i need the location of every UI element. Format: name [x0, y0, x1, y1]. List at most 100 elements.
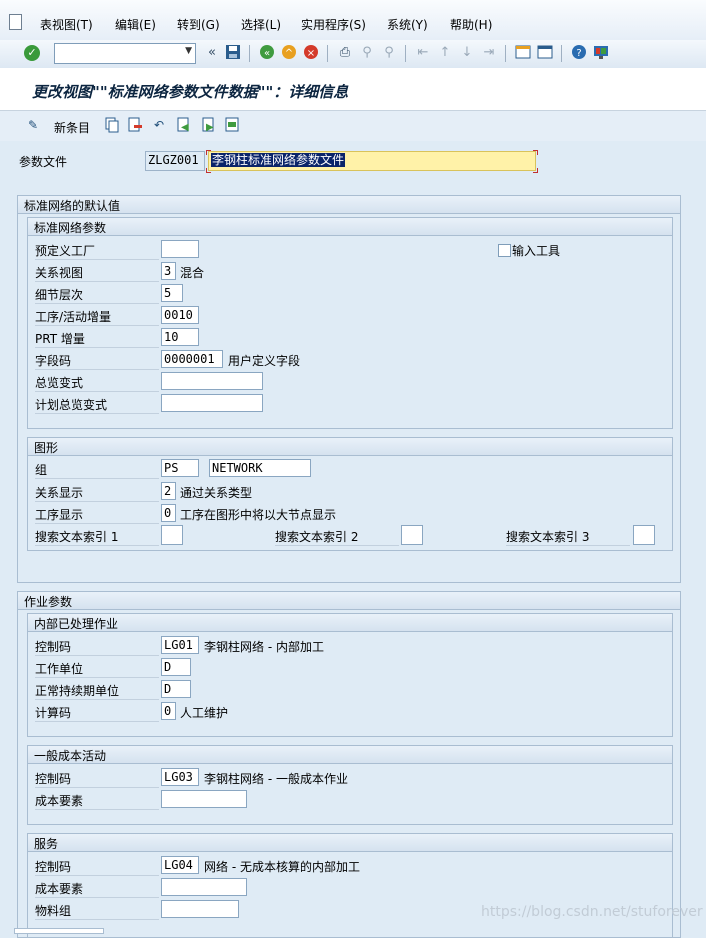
exit-icon[interactable]: ^ [280, 44, 298, 62]
work-unit-value: D [164, 660, 172, 674]
last-page-icon[interactable]: ⇥ [480, 44, 498, 62]
select-block-icon[interactable] [224, 117, 240, 133]
shortcut-icon[interactable] [536, 44, 554, 62]
copy-as-icon[interactable] [104, 117, 120, 133]
material-group-label: 物料组 [35, 902, 159, 920]
op-incr-field[interactable]: 0010 [161, 306, 199, 324]
enter-icon[interactable]: ✓ [24, 45, 40, 61]
std-params-title: 标准网络参数 [34, 221, 107, 235]
menu-utilities[interactable]: 实用程序(S) [301, 16, 366, 33]
rel-disp-text: 通过关系类型 [180, 486, 253, 500]
menu-help[interactable]: 帮助(H) [450, 16, 492, 33]
calc-key-field[interactable]: 0 [161, 702, 176, 720]
rel-disp-field[interactable]: 2 [161, 482, 176, 500]
material-group-field[interactable] [161, 900, 239, 918]
general-cost-ctrl-label: 控制码 [35, 770, 159, 788]
relview-label: 关系视图 [35, 264, 159, 282]
general-cost-element-field[interactable] [161, 790, 247, 808]
input-tool-label: 输入工具 [512, 244, 561, 258]
next-page-icon[interactable]: ↓ [458, 44, 476, 62]
field-key-field[interactable]: 0000001 [161, 350, 223, 368]
previous-entry-icon[interactable]: ◀ [175, 117, 191, 133]
plant-label: 预定义工厂 [35, 242, 159, 260]
menu-goto[interactable]: 转到(G) [177, 16, 220, 33]
cancel-icon[interactable]: × [302, 44, 320, 62]
previous-page-icon[interactable]: ↑ [436, 44, 454, 62]
profile-description-value: 李钢柱标准网络参数文件 [211, 153, 346, 167]
group-field[interactable]: PS [161, 459, 199, 477]
print-icon[interactable]: ⎙ [336, 44, 354, 62]
internal-ctrl-field[interactable]: LG01 [161, 636, 199, 654]
calc-key-text: 人工维护 [180, 706, 229, 720]
profile-field: ZLGZ001 [145, 151, 205, 171]
horizontal-scrollbar[interactable] [14, 928, 104, 934]
general-cost-title: 一般成本活动 [34, 749, 107, 763]
plant-field[interactable] [161, 240, 199, 258]
svg-text:?: ? [576, 48, 581, 59]
field-key-text: 用户定义字段 [228, 354, 301, 368]
prt-field[interactable]: 10 [161, 328, 199, 346]
menu-system[interactable]: 系统(Y) [387, 16, 428, 33]
calc-key-value: 0 [164, 704, 172, 718]
input-tool-checkbox[interactable] [498, 244, 511, 257]
search3-label: 搜索文本索引 3 [506, 528, 630, 546]
internal-activity-title: 内部已处理作业 [34, 617, 119, 631]
search2-field[interactable] [401, 525, 423, 545]
svg-text:«: « [264, 48, 270, 59]
standard-toolbar: ✓ ▼ « « ^ × ⎙ ⚲ ⚲ ⇤ ↑ ↓ ⇥ ? [0, 40, 706, 69]
profile-value: ZLGZ001 [148, 153, 199, 167]
prt-value: 10 [164, 330, 179, 344]
internal-ctrl-value: LG01 [164, 638, 193, 652]
plan-overview-field[interactable] [161, 394, 263, 412]
help-icon[interactable]: ? [570, 44, 588, 62]
work-unit-field[interactable]: D [161, 658, 191, 676]
back-icon[interactable]: « [258, 44, 276, 62]
window-menu-icon[interactable] [9, 14, 22, 30]
undo-icon[interactable]: ↶ [151, 117, 167, 133]
relview-value: 3 [164, 264, 172, 278]
group-value: PS [164, 461, 179, 475]
save-icon[interactable] [224, 44, 242, 62]
new-entries-button[interactable]: 新条目 [54, 119, 90, 136]
menu-table-view[interactable]: 表视图(T) [40, 16, 93, 33]
overview-field[interactable] [161, 372, 263, 390]
menu-edit[interactable]: 编辑(E) [115, 16, 156, 33]
plan-overview-label: 计划总览变式 [35, 396, 159, 414]
group-name-field[interactable]: NETWORK [209, 459, 311, 477]
search1-field[interactable] [161, 525, 183, 545]
search3-field[interactable] [633, 525, 655, 545]
prt-label: PRT 增量 [35, 330, 159, 348]
double-chevron-left-icon[interactable]: « [203, 44, 221, 62]
application-toolbar: ✎ 新条目 ↶ ◀ ▶ [0, 111, 706, 141]
find-icon[interactable]: ⚲ [358, 44, 376, 62]
delete-icon[interactable] [127, 117, 143, 133]
profile-description-field[interactable]: 李钢柱标准网络参数文件 [208, 151, 536, 171]
rel-disp-label: 关系显示 [35, 484, 159, 502]
svg-text:^: ^ [285, 48, 293, 59]
service-ctrl-value: LG04 [164, 858, 193, 872]
overview-label: 总览变式 [35, 374, 159, 392]
service-ctrl-field[interactable]: LG04 [161, 856, 199, 874]
service-cost-element-label: 成本要素 [35, 880, 159, 898]
internal-ctrl-text: 李钢柱网络 - 内部加工 [204, 640, 324, 654]
defaults-frame-title: 标准网络的默认值 [24, 199, 121, 213]
service-cost-element-field[interactable] [161, 878, 247, 896]
display-change-icon[interactable]: ✎ [25, 117, 41, 133]
command-field[interactable]: ▼ [54, 43, 196, 64]
relview-field[interactable]: 3 [161, 262, 176, 280]
general-cost-ctrl-value: LG03 [164, 770, 193, 784]
menu-selection[interactable]: 选择(L) [241, 16, 281, 33]
search1-label: 搜索文本索引 1 [35, 528, 159, 546]
op-disp-field[interactable]: 0 [161, 504, 176, 522]
duration-unit-field[interactable]: D [161, 680, 191, 698]
detail-field[interactable]: 5 [161, 284, 183, 302]
find-next-icon[interactable]: ⚲ [380, 44, 398, 62]
rel-disp-value: 2 [164, 484, 172, 498]
customize-layout-icon[interactable] [592, 44, 610, 62]
next-entry-icon[interactable]: ▶ [200, 117, 216, 133]
field-key-value: 0000001 [164, 352, 215, 366]
first-page-icon[interactable]: ⇤ [414, 44, 432, 62]
chevron-down-icon[interactable]: ▼ [185, 46, 192, 56]
create-session-icon[interactable] [514, 44, 532, 62]
general-cost-ctrl-field[interactable]: LG03 [161, 768, 199, 786]
